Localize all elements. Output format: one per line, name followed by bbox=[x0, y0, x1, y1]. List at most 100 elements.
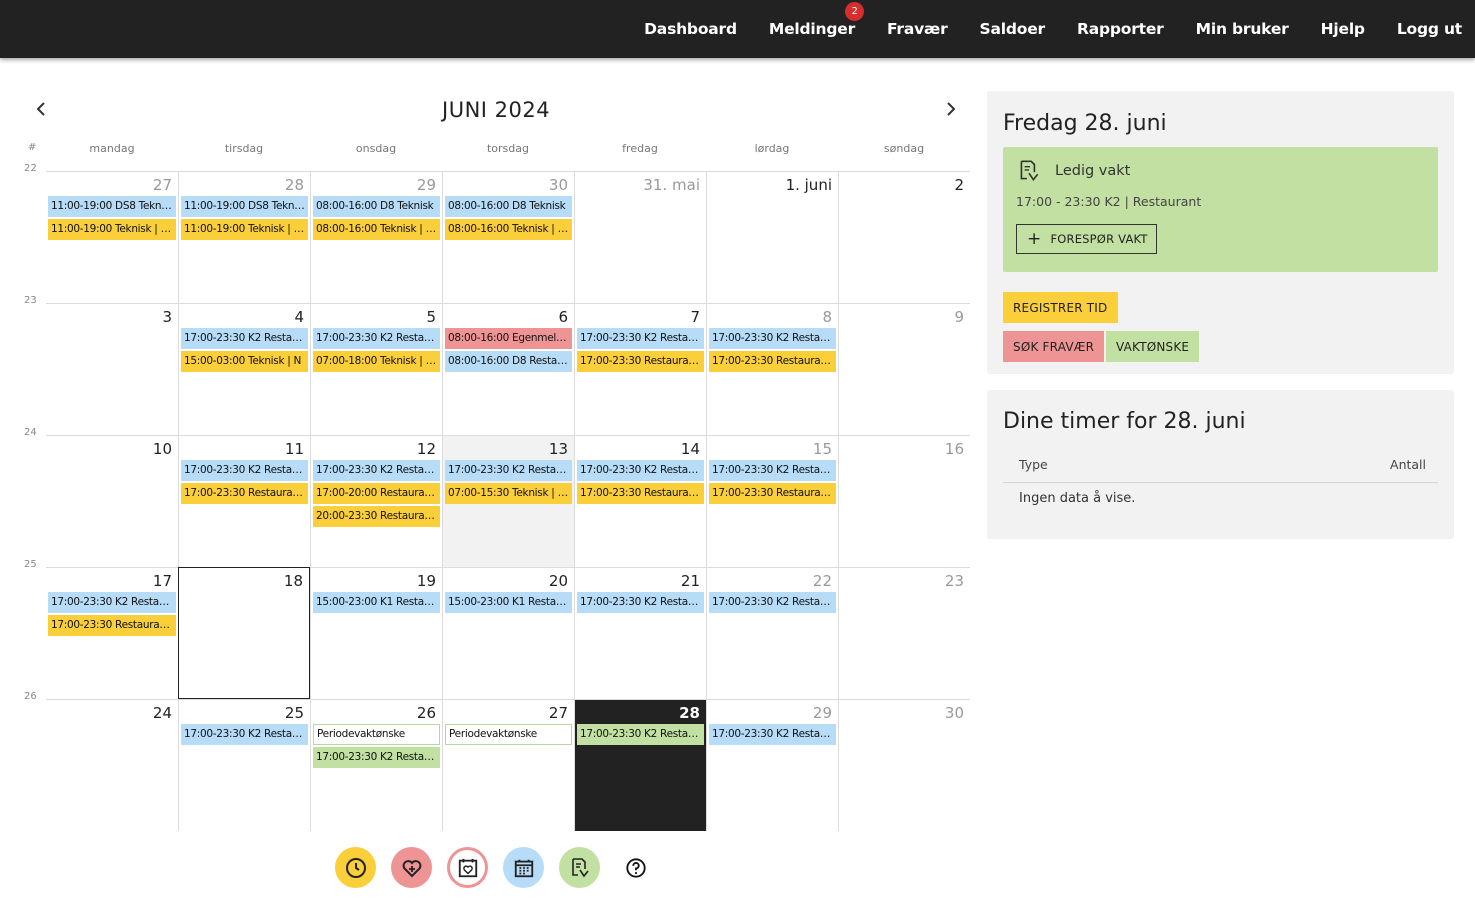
calendar-day-cell[interactable]: 1. juni bbox=[706, 171, 838, 303]
calendar-day-cell[interactable]: 26 Periodevaktønske 17:00-23:30 K2 Restaur… bbox=[310, 699, 442, 831]
calendar-day-cell[interactable]: 27 11:00-19:00 DS8 Teknisk 11:00-19:00 Tek… bbox=[46, 171, 178, 303]
calendar-event[interactable]: 15:00-03:00 Teknisk | N bbox=[181, 351, 308, 372]
nav-dashboard[interactable]: Dashboard bbox=[644, 20, 737, 38]
calendar-day-cell[interactable]: 18 bbox=[178, 567, 310, 699]
request-shift-button[interactable]: + FORESPØR VAKT bbox=[1016, 224, 1157, 254]
nav-min-bruker[interactable]: Min bruker bbox=[1196, 20, 1289, 38]
calendar-event[interactable]: 11:00-19:00 DS8 Teknisk bbox=[181, 196, 308, 217]
calendar-event[interactable]: 17:00-23:30 Restaurant | K2 bbox=[709, 351, 836, 372]
nav-meldinger[interactable]: Meldinger 2 bbox=[769, 2, 865, 38]
nav-logg-ut[interactable]: Logg ut bbox=[1397, 20, 1462, 38]
calendar-day-cell[interactable]: 31. mai bbox=[574, 171, 706, 303]
calendar-event[interactable]: 17:00-23:30 Restaurant | K2 bbox=[181, 483, 308, 504]
sick-leave-button[interactable] bbox=[447, 847, 488, 888]
chevron-right-icon[interactable] bbox=[941, 100, 961, 121]
shift-calendar-button[interactable] bbox=[503, 847, 544, 888]
calendar-day-cell[interactable]: 13 17:00-23:30 K2 Restaurant 07:00-15:30 T… bbox=[442, 435, 574, 567]
calendar-day-cell[interactable]: 5 17:00-23:30 K2 Restaurant 07:00-18:00 Te… bbox=[310, 303, 442, 435]
calendar-event[interactable]: 17:00-23:30 K2 Restaurant bbox=[181, 724, 308, 745]
calendar-day-cell[interactable]: 8 17:00-23:30 K2 Restaurant 17:00-23:30 Re… bbox=[706, 303, 838, 435]
nav-fravaer[interactable]: Fravær bbox=[887, 20, 948, 38]
calendar-day-cell[interactable]: 20 15:00-23:00 K1 Restaurant bbox=[442, 567, 574, 699]
calendar-event[interactable]: 11:00-19:00 Teknisk | DS8 bbox=[181, 219, 308, 240]
vacant-shift-button[interactable] bbox=[559, 847, 600, 888]
calendar-event[interactable]: 15:00-23:00 K1 Restaurant bbox=[313, 592, 440, 613]
calendar-day-cell-selected[interactable]: 28 17:00-23:30 K2 Restaurant bbox=[574, 699, 706, 831]
nav-rapporter[interactable]: Rapporter bbox=[1077, 20, 1164, 38]
calendar-event[interactable]: 17:00-23:30 Restaurant | K2 bbox=[48, 615, 176, 636]
weekday-header: lørdag bbox=[754, 142, 790, 155]
calendar-day-cell[interactable]: 22 17:00-23:30 K2 Restaurant bbox=[706, 567, 838, 699]
calendar-event[interactable]: 17:00-23:30 K2 Restaurant bbox=[577, 328, 704, 349]
nav-hjelp[interactable]: Hjelp bbox=[1321, 20, 1365, 38]
calendar-event[interactable]: 17:00-23:30 K2 Restaurant bbox=[709, 592, 836, 613]
calendar-day-cell[interactable]: 24 bbox=[46, 699, 178, 831]
calendar-day-cell[interactable]: 10 bbox=[46, 435, 178, 567]
calendar-day-cell[interactable]: 17 17:00-23:30 K2 Restaurant 17:00-23:30 R… bbox=[46, 567, 178, 699]
calendar-event[interactable]: 17:00-23:30 K2 Restaurant bbox=[181, 460, 308, 481]
calendar-event[interactable]: 17:00-23:30 K2 Restaurant bbox=[313, 460, 440, 481]
calendar-event[interactable]: 17:00-23:30 K2 Restaurant bbox=[313, 328, 440, 349]
calendar-day-cell[interactable]: 28 11:00-19:00 DS8 Teknisk 11:00-19:00 Tek… bbox=[178, 171, 310, 303]
calendar-event[interactable]: Periodevaktønske bbox=[313, 724, 440, 745]
calendar-event[interactable]: 17:00-23:30 K2 Restaurant bbox=[577, 724, 704, 745]
calendar-day-cell[interactable]: 23 bbox=[838, 567, 970, 699]
day-number: 2 bbox=[954, 176, 964, 194]
day-number: 27 bbox=[548, 704, 568, 722]
calendar-event[interactable]: 07:00-15:30 Teknisk | D8 bbox=[445, 483, 572, 504]
calendar-day-cell[interactable]: 25 17:00-23:30 K2 Restaurant bbox=[178, 699, 310, 831]
calendar-day-cell[interactable]: 3 bbox=[46, 303, 178, 435]
calendar-event[interactable]: 17:00-23:30 Restaurant | K2 bbox=[709, 483, 836, 504]
calendar-event[interactable]: 08:00-16:00 D8 Teknisk bbox=[445, 196, 572, 217]
calendar-event[interactable]: 08:00-16:00 Teknisk | D8 bbox=[445, 219, 572, 240]
calendar-event[interactable]: 17:00-23:30 K2 Restaurant bbox=[709, 724, 836, 745]
calendar-event[interactable]: 08:00-16:00 D8 Teknisk bbox=[313, 196, 440, 217]
calendar-event[interactable]: 17:00-23:30 Restaurant | K2 bbox=[577, 483, 704, 504]
calendar-day-cell[interactable]: 16 bbox=[838, 435, 970, 567]
calendar-event[interactable]: 17:00-23:30 K2 Restaurant bbox=[709, 460, 836, 481]
calendar-day-cell[interactable]: 6 08:00-16:00 Egenmelding 08:00-16:00 D8 R… bbox=[442, 303, 574, 435]
help-button[interactable] bbox=[615, 847, 656, 888]
calendar-day-cell[interactable]: 21 17:00-23:30 K2 Restaurant bbox=[574, 567, 706, 699]
register-time-button[interactable]: REGISTRER TID bbox=[1003, 292, 1118, 323]
calendar-day-cell[interactable]: 30 bbox=[838, 699, 970, 831]
calendar-event[interactable]: 17:00-23:30 K2 Restaurant bbox=[48, 592, 176, 613]
weekday-header: søndag bbox=[883, 142, 925, 155]
calendar-event[interactable]: 17:00-23:30 K2 Restaurant bbox=[577, 460, 704, 481]
nav-saldoer[interactable]: Saldoer bbox=[980, 20, 1046, 38]
calendar-day-cell[interactable]: 30 08:00-16:00 D8 Teknisk 08:00-16:00 Tekn… bbox=[442, 171, 574, 303]
calendar-event[interactable]: 07:00-18:00 Teknisk | No bbox=[313, 351, 440, 372]
calendar-day-cell[interactable]: 29 08:00-16:00 D8 Teknisk 08:00-16:00 Tekn… bbox=[310, 171, 442, 303]
calendar-event[interactable]: 17:00-23:30 K2 Restaurant bbox=[577, 592, 704, 613]
calendar-day-cell[interactable]: 15 17:00-23:30 K2 Restaurant 17:00-23:30 R… bbox=[706, 435, 838, 567]
calendar-event[interactable]: 11:00-19:00 Teknisk | DS8 bbox=[48, 219, 176, 240]
shift-wish-button[interactable]: VAKTØNSKE bbox=[1106, 331, 1200, 362]
calendar-event[interactable]: 08:00-16:00 Teknisk | D8 bbox=[313, 219, 440, 240]
calendar-day-cell[interactable]: 14 17:00-23:30 K2 Restaurant 17:00-23:30 R… bbox=[574, 435, 706, 567]
calendar-day-cell[interactable]: 12 17:00-23:30 K2 Restaurant 17:00-20:00 R… bbox=[310, 435, 442, 567]
calendar-day-cell[interactable]: 2 bbox=[838, 171, 970, 303]
calendar-event[interactable]: 17:00-23:30 K2 Restaurant bbox=[181, 328, 308, 349]
calendar-day-cell[interactable]: 9 bbox=[838, 303, 970, 435]
calendar-event[interactable]: 11:00-19:00 DS8 Teknisk bbox=[48, 196, 176, 217]
calendar-day-cell[interactable]: 29 17:00-23:30 K2 Restaurant bbox=[706, 699, 838, 831]
calendar-event[interactable]: 17:00-23:30 K2 Restaurant bbox=[445, 460, 572, 481]
calendar-day-cell[interactable]: 7 17:00-23:30 K2 Restaurant 17:00-23:30 Re… bbox=[574, 303, 706, 435]
calendar-event[interactable]: Periodevaktønske bbox=[445, 724, 572, 745]
absence-button[interactable] bbox=[391, 847, 432, 888]
calendar-day-cell[interactable]: 19 15:00-23:00 K1 Restaurant bbox=[310, 567, 442, 699]
calendar-event[interactable]: 17:00-23:30 K2 Restaurant bbox=[313, 747, 440, 768]
register-time-button[interactable] bbox=[335, 847, 376, 888]
calendar-day-cell[interactable]: 4 17:00-23:30 K2 Restaurant 15:00-03:00 Te… bbox=[178, 303, 310, 435]
calendar-event[interactable]: 08:00-16:00 Egenmelding bbox=[445, 328, 572, 349]
calendar-day-cell[interactable]: 11 17:00-23:30 K2 Restaurant 17:00-23:30 R… bbox=[178, 435, 310, 567]
calendar-day-cell[interactable]: 27 Periodevaktønske bbox=[442, 699, 574, 831]
calendar-event[interactable]: 17:00-23:30 K2 Restaurant bbox=[709, 328, 836, 349]
calendar-event[interactable]: 08:00-16:00 D8 Restaurant bbox=[445, 351, 572, 372]
calendar-event[interactable]: 20:00-23:30 Restaurant | K2 bbox=[313, 506, 440, 527]
calendar-event[interactable]: 15:00-23:00 K1 Restaurant bbox=[445, 592, 572, 613]
request-absence-button[interactable]: SØK FRAVÆR bbox=[1003, 331, 1105, 362]
calendar-event[interactable]: 17:00-23:30 Restaurant | K2 bbox=[577, 351, 704, 372]
calendar-event[interactable]: 17:00-20:00 Restaurant | K2 bbox=[313, 483, 440, 504]
chevron-left-icon[interactable] bbox=[31, 100, 51, 121]
